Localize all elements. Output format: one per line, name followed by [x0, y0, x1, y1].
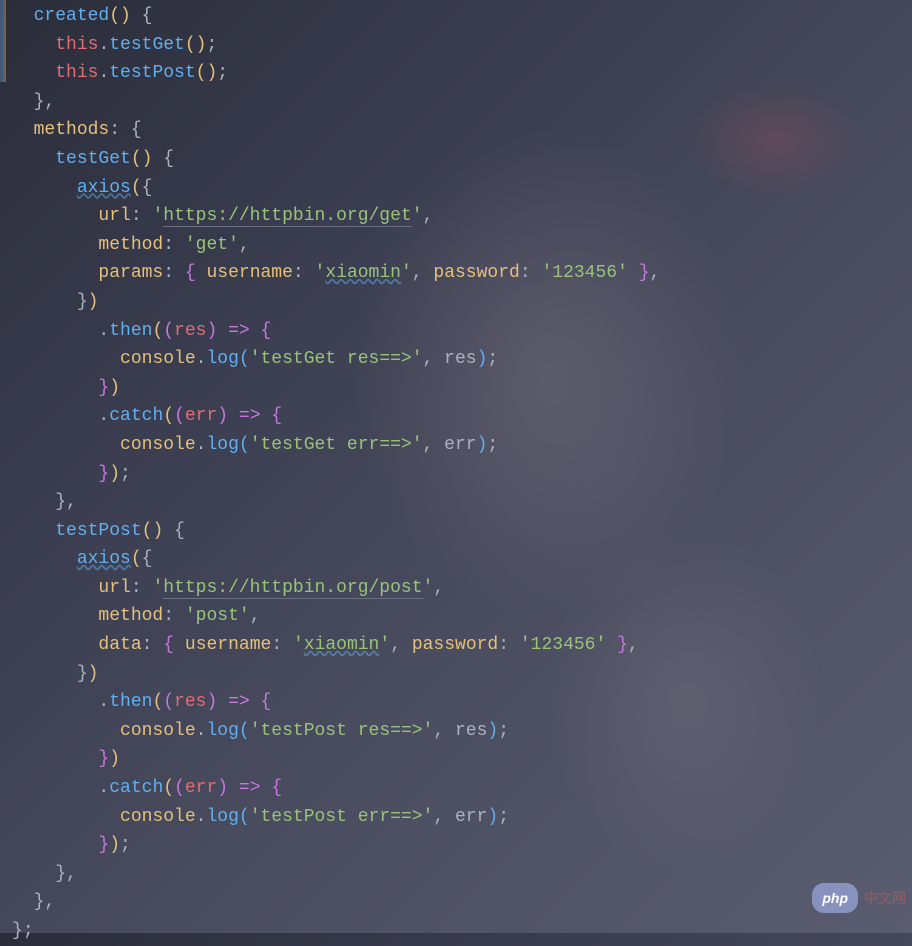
code-line: methods: {: [12, 116, 912, 145]
variable: err: [444, 435, 476, 455]
code-line: .catch((err) => {: [12, 774, 912, 803]
code-line: });: [12, 831, 912, 860]
property: url: [98, 578, 130, 598]
string-value: xiaomin: [325, 263, 401, 283]
code-line: }): [12, 745, 912, 774]
string-value: 123456: [531, 635, 596, 655]
method-call: testPost: [109, 63, 195, 83]
code-line: }): [12, 288, 912, 317]
property: data: [98, 635, 141, 655]
code-line: method: 'get',: [12, 231, 912, 260]
method-call: then: [109, 692, 152, 712]
code-line: };: [12, 917, 912, 946]
code-line: this.testGet();: [12, 31, 912, 60]
string-value: get: [196, 235, 228, 255]
method-name: testPost: [55, 521, 141, 541]
code-line: url: 'https://httpbin.org/post',: [12, 574, 912, 603]
method-call: then: [109, 321, 152, 341]
code-line: },: [12, 860, 912, 889]
variable: res: [455, 721, 487, 741]
property: password: [433, 263, 519, 283]
watermark: php 中文网: [812, 883, 906, 913]
method-call: catch: [109, 778, 163, 798]
console-object: console: [120, 435, 196, 455]
code-line: url: 'https://httpbin.org/get',: [12, 202, 912, 231]
code-line: },: [12, 888, 912, 917]
console-object: console: [120, 807, 196, 827]
method-call: log: [206, 807, 238, 827]
variable: err: [455, 807, 487, 827]
string-value: testPost res==>: [261, 721, 423, 741]
parameter: err: [185, 778, 217, 798]
function-call: axios: [77, 549, 131, 569]
method-call: testGet: [109, 35, 185, 55]
code-line: }): [12, 660, 912, 689]
property: methods: [34, 120, 110, 140]
string-value: testGet res==>: [261, 349, 412, 369]
string-value: xiaomin: [304, 635, 380, 655]
code-line: }): [12, 374, 912, 403]
code-line: axios({: [12, 545, 912, 574]
code-line: });: [12, 460, 912, 489]
this-keyword: this: [55, 35, 98, 55]
method-call: log: [206, 349, 238, 369]
property: params: [98, 263, 163, 283]
string-value: 123456: [552, 263, 617, 283]
code-line: data: { username: 'xiaomin', password: '…: [12, 631, 912, 660]
console-object: console: [120, 721, 196, 741]
method-call: log: [206, 435, 238, 455]
code-line: console.log('testGet err==>', err);: [12, 431, 912, 460]
method-name: testGet: [55, 149, 131, 169]
string-value: post: [196, 606, 239, 626]
property: method: [98, 235, 163, 255]
code-line: console.log('testGet res==>', res);: [12, 345, 912, 374]
code-line: .then((res) => {: [12, 688, 912, 717]
code-line: testGet() {: [12, 145, 912, 174]
console-object: console: [120, 349, 196, 369]
code-line: },: [12, 88, 912, 117]
parameter: err: [185, 406, 217, 426]
method-call: log: [206, 721, 238, 741]
url-string: https://httpbin.org/get: [163, 206, 411, 227]
code-line: console.log('testPost res==>', res);: [12, 717, 912, 746]
code-line: .then((res) => {: [12, 317, 912, 346]
code-line: testPost() {: [12, 517, 912, 546]
property: username: [206, 263, 292, 283]
code-line: .catch((err) => {: [12, 402, 912, 431]
code-editor[interactable]: created() { this.testGet(); this.testPos…: [12, 2, 912, 946]
url-string: https://httpbin.org/post: [163, 578, 422, 599]
property: username: [185, 635, 271, 655]
code-line: this.testPost();: [12, 59, 912, 88]
code-line: method: 'post',: [12, 602, 912, 631]
variable: res: [444, 349, 476, 369]
indent-guides: [0, 0, 5, 933]
string-value: testPost err==>: [261, 807, 423, 827]
this-keyword: this: [55, 63, 98, 83]
watermark-text: 中文网: [864, 887, 906, 909]
property: method: [98, 606, 163, 626]
property: url: [98, 206, 130, 226]
function-call: axios: [77, 178, 131, 198]
code-line: params: { username: 'xiaomin', password:…: [12, 259, 912, 288]
code-line: },: [12, 488, 912, 517]
method-name: created: [34, 6, 110, 26]
parameter: res: [174, 692, 206, 712]
code-line: created() {: [12, 2, 912, 31]
parameter: res: [174, 321, 206, 341]
string-value: testGet err==>: [261, 435, 412, 455]
code-line: console.log('testPost err==>', err);: [12, 803, 912, 832]
code-line: axios({: [12, 174, 912, 203]
method-call: catch: [109, 406, 163, 426]
php-badge: php: [812, 883, 858, 913]
property: password: [412, 635, 498, 655]
